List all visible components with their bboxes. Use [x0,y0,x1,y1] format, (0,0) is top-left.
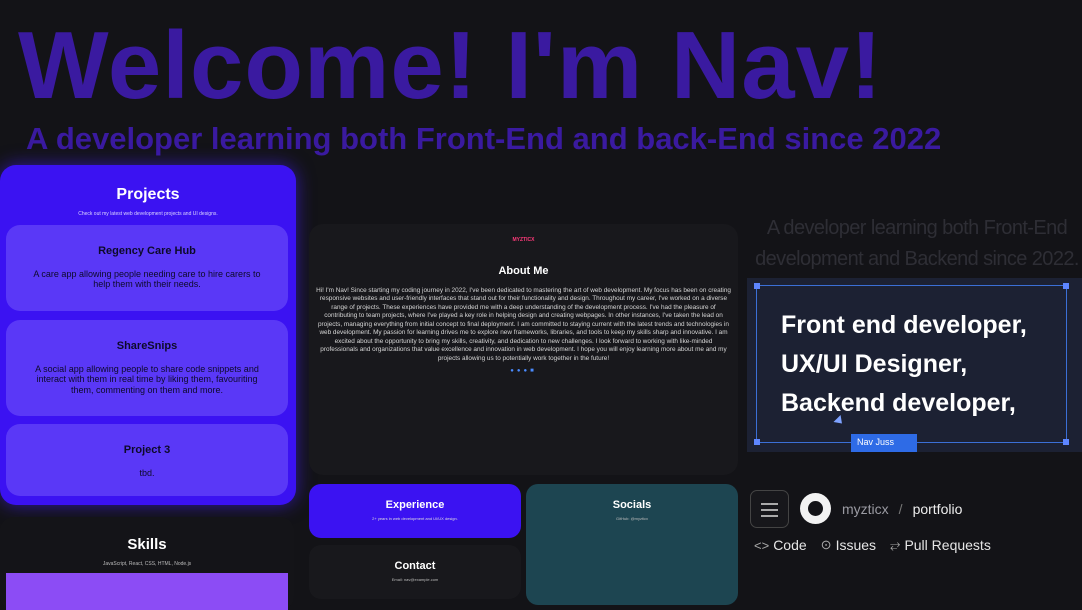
resize-handle[interactable] [1063,439,1069,445]
about-title: About Me [498,265,549,277]
hero-subtitle: A developer learning both Front-End and … [26,121,942,156]
youtube-icon[interactable]: ■ [530,368,537,374]
resize-handle[interactable] [1063,283,1069,289]
tab-label: Issues [835,537,877,553]
tab-label: Pull Requests [904,537,991,553]
experience-text: 2+ years in web development and UI/UX de… [372,516,458,521]
skills-title: Skills [127,536,167,553]
contact-title: Contact [394,560,436,572]
tab-label: Code [773,537,807,553]
tab-issues[interactable]: ⊙ Issues [821,537,876,553]
twitter-icon[interactable]: ● [517,368,524,374]
social-icons: ●●●■ [309,368,738,374]
project-title: Project 3 [123,444,171,456]
repo-breadcrumb: myzticx / portfolio [842,501,962,517]
project-description: A care app allowing people needing care … [33,269,261,290]
roles-text: Front end developer, UX/UI Designer, Bac… [781,306,1027,422]
menu-button[interactable] [750,490,789,528]
contact-text: Email: nav@example.com [391,577,439,582]
experience-card[interactable]: Experience 2+ years in web development a… [309,484,521,538]
skills-bar [6,573,288,610]
contact-card[interactable]: Contact Email: nav@example.com [309,545,521,599]
breadcrumb-separator: / [898,501,903,517]
hamburger-line [761,515,778,517]
resize-handle[interactable] [754,439,760,445]
tab-pull-requests[interactable]: ⥂ Pull Requests [890,537,991,553]
project-card-sharesnips[interactable]: ShareSnips A social app allowing people … [6,320,288,416]
project-description: A social app allowing people to share co… [35,364,259,395]
projects-panel: Projects Check out my latest web develop… [0,165,296,505]
experience-title: Experience [385,499,445,511]
about-text: Hi! I'm Nav! Since starting my coding jo… [316,287,731,362]
repo-owner-link[interactable]: myzticx [842,501,889,517]
issues-icon: ⊙ [820,537,832,552]
hero-title: Welcome! I'm Nav! [18,12,883,119]
project-title: ShareSnips [116,340,178,352]
projects-description: Check out my latest web development proj… [78,211,218,217]
hamburger-line [761,503,778,505]
tab-code[interactable]: <> Code [754,537,807,553]
github-icon[interactable]: ● [510,368,517,374]
socials-card[interactable]: Socials GitHub: @myzticx [526,484,738,605]
socials-text: GitHub: @myzticx [615,516,649,521]
github-logo-icon[interactable] [800,493,831,524]
about-card: MYZTICX About Me Hi! I'm Nav! Since star… [309,224,738,475]
resize-handle[interactable] [754,283,760,289]
project-card-project-3[interactable]: Project 3 tbd. [6,424,288,496]
project-title: Regency Care Hub [98,245,196,257]
cursor-name-tag: Nav Juss [851,434,917,452]
skills-list: JavaScript, React, CSS, HTML, Node.js [102,561,192,567]
role-line: Front end developer, [781,311,1027,339]
role-line: UX/UI Designer, [781,349,968,378]
ghost-tagline: A developer learning both Front-End deve… [755,217,1079,270]
socials-title: Socials [612,499,652,511]
roles-panel: Front end developer, UX/UI Designer, Bac… [747,278,1082,452]
repo-name-link[interactable]: portfolio [913,501,963,517]
logo: MYZTICX [512,237,535,243]
code-icon: <> [754,537,770,553]
projects-title: Projects [116,186,180,203]
hamburger-line [761,509,778,511]
selection-box[interactable]: Front end developer, UX/UI Designer, Bac… [754,283,1069,452]
repo-nav: <> Code ⊙ Issues ⥂ Pull Requests [754,537,991,553]
project-description: tbd. [139,468,155,478]
project-card-regency-care-hub[interactable]: Regency Care Hub A care app allowing peo… [6,225,288,311]
role-line: Backend developer, [781,388,1016,417]
pull-request-icon: ⥂ [890,537,901,552]
skills-panel: Skills JavaScript, React, CSS, HTML, Nod… [0,517,294,610]
